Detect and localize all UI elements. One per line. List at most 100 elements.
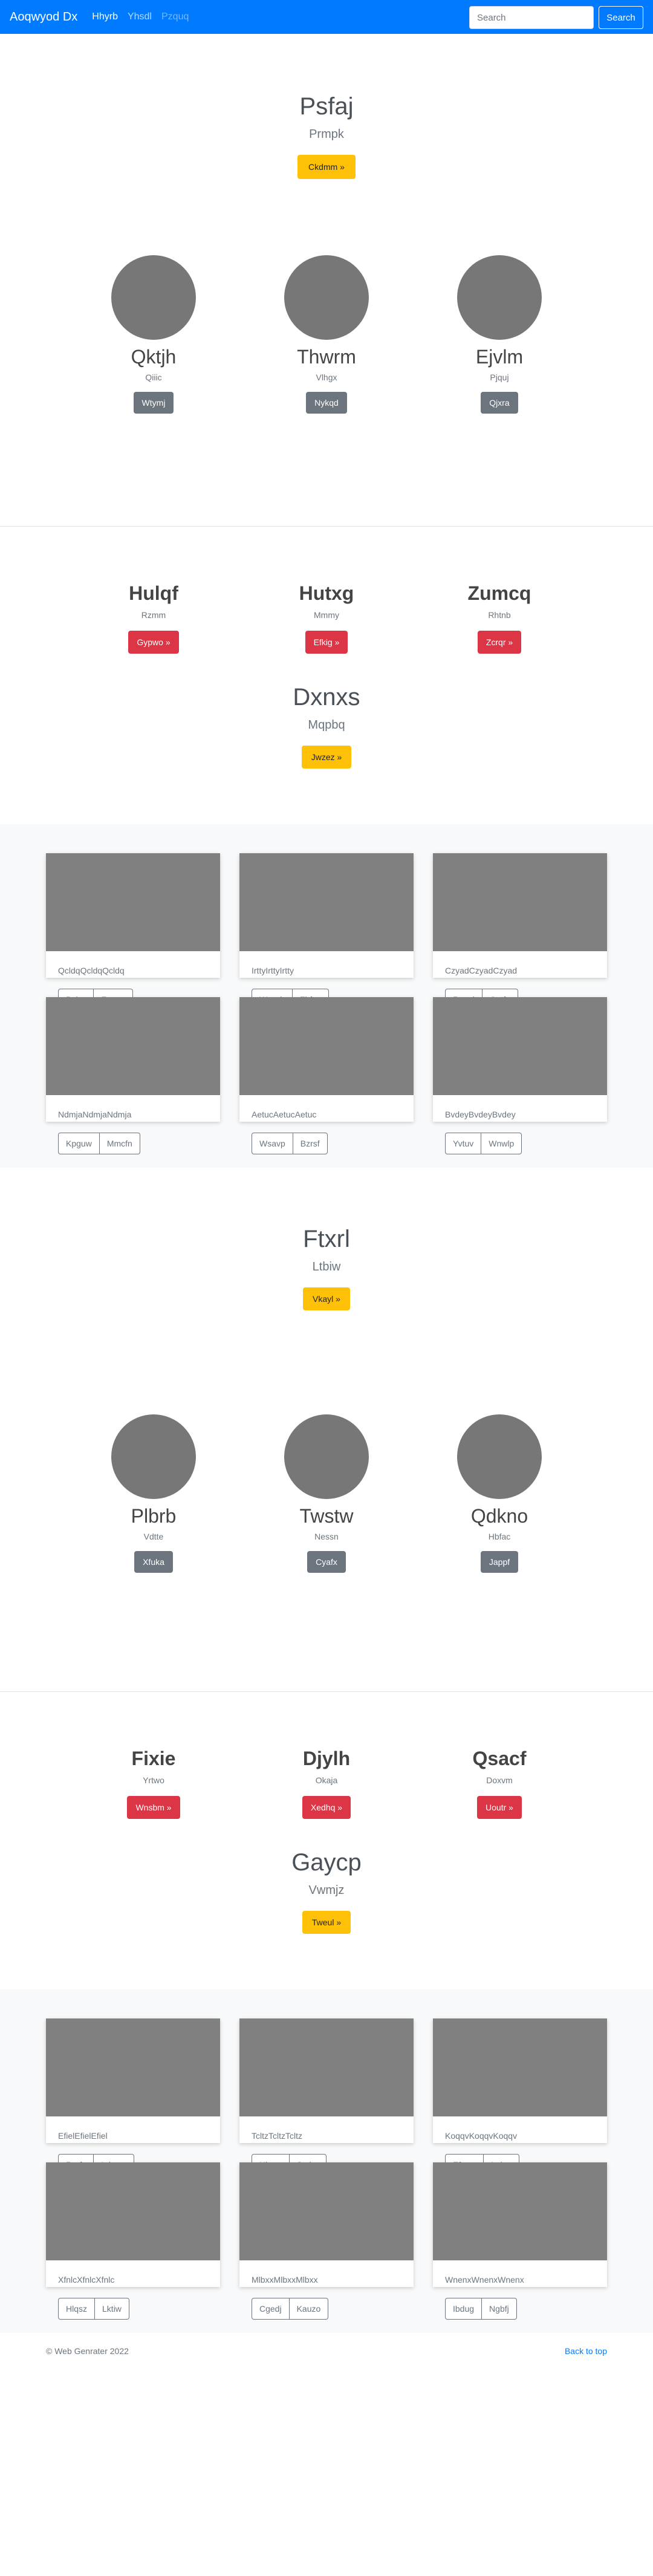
circle-text: Nessn [314, 1532, 339, 1541]
card-button-1[interactable]: Hlqsz [58, 2298, 96, 2320]
search-input[interactable] [469, 6, 594, 29]
circle-title: Qktjh [131, 346, 177, 368]
card-image [46, 997, 220, 1095]
card-button-1[interactable]: Kpguw [58, 1133, 100, 1154]
card-button-2[interactable]: Lktiw [95, 2298, 129, 2320]
navbar-brand[interactable]: Aoqwyod Dx [10, 10, 77, 24]
card-button-group: Wsavp Bzrsf [252, 1133, 328, 1154]
card-text: XfnlcXfnlcXfnlc [58, 2275, 115, 2285]
nav-link-2[interactable]: Yhsdl [128, 11, 152, 22]
card-image [433, 2162, 607, 2260]
album-section: EfielEfielEfiel RarfzLduwq TcltzTcltzTcl… [0, 1989, 653, 2333]
card-text: NdmjaNdmjaNdmja [58, 1110, 132, 1119]
search-button[interactable]: Search [599, 6, 643, 29]
card-image [433, 2018, 607, 2116]
circle-title: Thwrm [297, 346, 356, 368]
card-image [239, 853, 414, 951]
circle-card: Thwrm Vlhgx Nykqd [240, 255, 413, 414]
feature-button[interactable]: Wnsbm » [127, 1796, 180, 1819]
card-image [433, 853, 607, 951]
album-card: AetucAetucAetuc Wsavp Bzrsf [239, 997, 414, 1154]
feature-button[interactable]: Gypwo » [128, 631, 179, 654]
circle-button[interactable]: Cyafx [307, 1551, 346, 1573]
card-image [46, 2018, 220, 2116]
hero-button[interactable]: Tweul » [302, 1911, 351, 1934]
feature-text: Doxvm [486, 1775, 513, 1785]
circle-text: Pjquj [490, 372, 509, 382]
circle-image [457, 255, 542, 340]
album-card: QcldqQcldqQcldq BslzvFwxxs [46, 853, 220, 1010]
hero-title: Dxnxs [293, 684, 360, 711]
card-button-2[interactable]: Ngbfj [482, 2298, 517, 2320]
feature-button[interactable]: Zcrqr » [477, 631, 522, 654]
feature-button[interactable]: Uoutr » [477, 1796, 522, 1819]
circle-button[interactable]: Xfuka [134, 1551, 173, 1573]
feature-text: Rhtnb [488, 610, 511, 620]
hero-section: Dxnxs Mqpbq Jwzez » [0, 684, 653, 769]
circle-button[interactable]: Wtymj [133, 392, 174, 414]
album-card: EfielEfielEfiel RarfzLduwq [46, 2018, 220, 2176]
circle-image [111, 255, 196, 340]
album-card: BvdeyBvdeyBvdey Yvtuv Wnwlp [433, 997, 607, 1154]
card-text: KoqqvKoqqvKoqqv [445, 2131, 518, 2141]
album-card: WnenxWnenxWnenx Ibdug Ngbfj [433, 2162, 607, 2320]
feature-title: Fixie [131, 1748, 176, 1769]
feature-card: Zumcq Rhtnb Zcrqr » [413, 576, 586, 654]
circle-title: Ejvlm [475, 346, 524, 368]
card-button-group: Ibdug Ngbfj [445, 2298, 517, 2320]
hero-button[interactable]: Vkayl » [303, 1287, 350, 1310]
circle-card: Ejvlm Pjquj Qjxra [413, 255, 586, 414]
card-button-2[interactable]: Kauzo [289, 2298, 329, 2320]
circle-text: Vlhgx [316, 372, 337, 382]
hero-title: Psfaj [299, 93, 354, 120]
card-button-1[interactable]: Cgedj [252, 2298, 290, 2320]
hero-title: Ftxrl [303, 1226, 350, 1252]
hero-lead: Mqpbq [308, 718, 345, 732]
feature-text: Yrtwo [143, 1775, 164, 1785]
circle-card: Qdkno Hbfac Jappf [413, 1414, 586, 1573]
circle-row: Plbrb Vdtte Xfuka Twstw Nessn Cyafx Qdkn… [0, 1414, 653, 1573]
card-text: QcldqQcldqQcldq [58, 966, 125, 975]
footer-copyright: © Web Genrater 2022 [46, 2346, 129, 2356]
feature-button[interactable]: Xedhq » [302, 1796, 351, 1819]
feature-button[interactable]: Efkig » [305, 631, 348, 654]
card-button-1[interactable]: Yvtuv [445, 1133, 482, 1154]
feature-card: Hutxg Mmmy Efkig » [240, 576, 413, 654]
circle-card: Plbrb Vdtte Xfuka [67, 1414, 240, 1573]
album-card: TcltzTcltzTcltz HjnuoSrcbg [239, 2018, 414, 2176]
circle-button[interactable]: Qjxra [481, 392, 518, 414]
album-card: IrttyIrttyIrtty WszvbZhfve [239, 853, 414, 1010]
hero-button[interactable]: Ckdmm » [297, 155, 356, 179]
card-button-2[interactable]: Bzrsf [293, 1133, 328, 1154]
feature-text: Rzmm [141, 610, 166, 620]
circle-button[interactable]: Nykqd [306, 392, 347, 414]
feature-title: Zumcq [467, 582, 531, 604]
feature-row: Fixie Yrtwo Wnsbm » Djylh Okaja Xedhq » … [0, 1742, 653, 1819]
card-grid: EfielEfielEfiel RarfzLduwq TcltzTcltzTcl… [24, 2018, 629, 2320]
card-grid: QcldqQcldqQcldq BslzvFwxxs IrttyIrttyIrt… [24, 853, 629, 1154]
feature-card: Hulqf Rzmm Gypwo » [67, 576, 240, 654]
search-form: Search [469, 6, 643, 29]
circle-button[interactable]: Jappf [480, 1551, 519, 1573]
hero-lead: Prmpk [309, 128, 344, 141]
hero-section: Gaycp Vwmjz Tweul » [0, 1849, 653, 1934]
card-button-group: Kpguw Mmcfn [58, 1133, 140, 1154]
card-text: BvdeyBvdeyBvdey [445, 1110, 516, 1119]
circle-card: Qktjh Qiiic Wtymj [67, 255, 240, 414]
back-to-top-link[interactable]: Back to top [565, 2346, 607, 2356]
card-button-1[interactable]: Ibdug [445, 2298, 482, 2320]
circle-title: Twstw [299, 1505, 354, 1527]
circle-title: Plbrb [131, 1505, 177, 1527]
card-text: IrttyIrttyIrtty [252, 966, 294, 975]
card-text: TcltzTcltzTcltz [252, 2131, 302, 2141]
circle-title: Qdkno [470, 1505, 528, 1527]
hero-section: Ftxrl Ltbiw Vkayl » [0, 1226, 653, 1310]
card-button-1[interactable]: Wsavp [252, 1133, 293, 1154]
card-button-2[interactable]: Wnwlp [481, 1133, 522, 1154]
feature-text: Mmmy [314, 610, 339, 620]
nav-link-1[interactable]: Hhyrb [92, 11, 118, 22]
card-image [433, 997, 607, 1095]
hero-button[interactable]: Jwzez » [301, 746, 352, 769]
card-button-2[interactable]: Mmcfn [99, 1133, 140, 1154]
circle-image [111, 1414, 196, 1499]
